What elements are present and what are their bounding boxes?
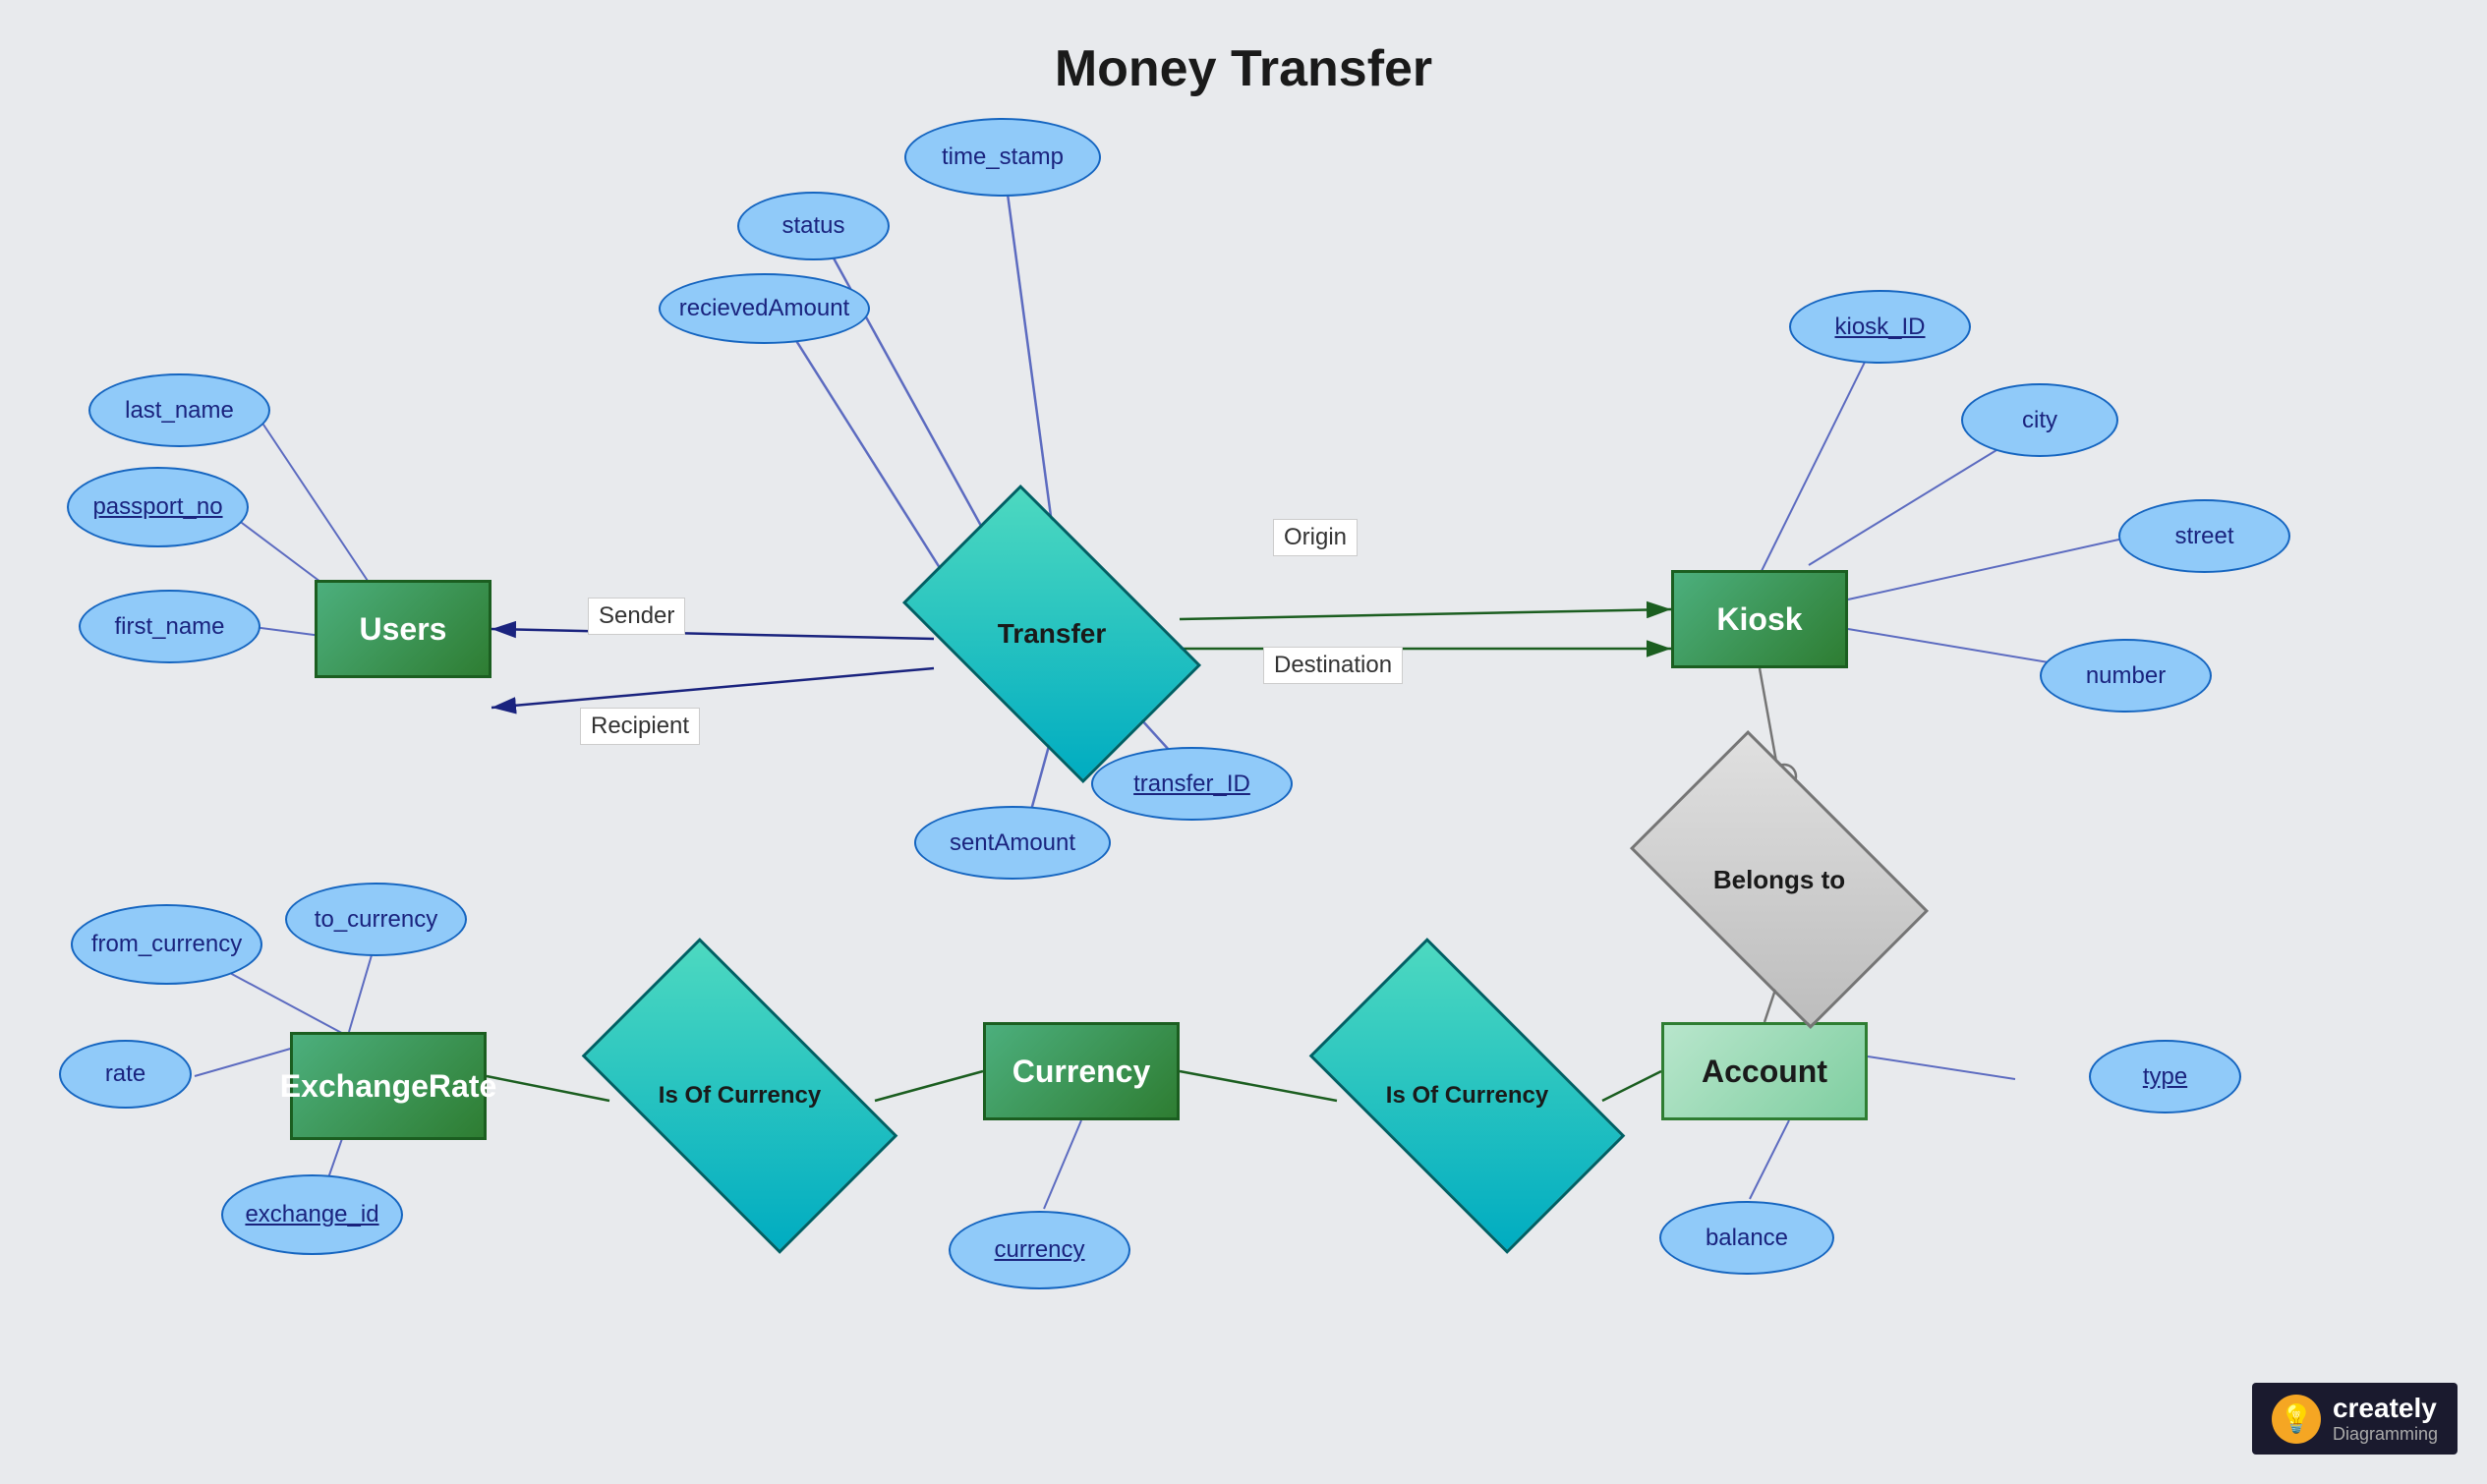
creately-bulb-icon: 💡 <box>2272 1395 2321 1444</box>
diamond-belongs-to: Belongs to <box>1651 796 1907 963</box>
attr-street: street <box>2118 499 2290 573</box>
attr-time-stamp: time_stamp <box>904 118 1101 197</box>
diamond-is-of-currency-1: Is Of Currency <box>600 1012 880 1179</box>
attr-balance: balance <box>1659 1201 1834 1275</box>
creately-name: creately <box>2333 1393 2438 1424</box>
attr-sent-amount: sentAmount <box>914 806 1111 880</box>
attr-first-name: first_name <box>79 590 260 663</box>
attr-to-currency: to_currency <box>285 883 467 956</box>
attr-received-amount: recievedAmount <box>659 273 870 344</box>
attr-currency-val: currency <box>949 1211 1130 1289</box>
attr-kiosk-id: kiosk_ID <box>1789 290 1971 364</box>
rel-label-origin: Origin <box>1273 519 1358 556</box>
attr-type: type <box>2089 1040 2241 1113</box>
diagram-container: Money Transfer <box>0 0 2487 1484</box>
diagram-title: Money Transfer <box>0 0 2487 98</box>
attr-city: city <box>1961 383 2118 457</box>
attr-transfer-id: transfer_ID <box>1091 747 1293 821</box>
attr-passport-no: passport_no <box>67 467 249 547</box>
creately-logo: 💡 creately Diagramming <box>2252 1383 2458 1455</box>
entity-kiosk: Kiosk <box>1671 570 1848 668</box>
entity-exchange-rate: ExchangeRate <box>290 1032 487 1140</box>
rel-label-destination: Destination <box>1263 647 1403 684</box>
attr-last-name: last_name <box>88 373 270 447</box>
diamond-is-of-currency-2: Is Of Currency <box>1327 1012 1607 1179</box>
attr-rate: rate <box>59 1040 192 1109</box>
rel-label-recipient: Recipient <box>580 708 700 745</box>
attr-status: status <box>737 192 890 260</box>
attr-exchange-id: exchange_id <box>221 1174 403 1255</box>
entity-users: Users <box>315 580 492 678</box>
rel-label-sender: Sender <box>588 598 685 635</box>
creately-sub: Diagramming <box>2333 1424 2438 1445</box>
entity-currency: Currency <box>983 1022 1180 1120</box>
attr-number: number <box>2040 639 2212 713</box>
diamond-transfer: Transfer <box>924 550 1180 717</box>
attr-from-currency: from_currency <box>71 904 262 985</box>
connections-svg <box>0 0 2487 1484</box>
entity-account: Account <box>1661 1022 1868 1120</box>
